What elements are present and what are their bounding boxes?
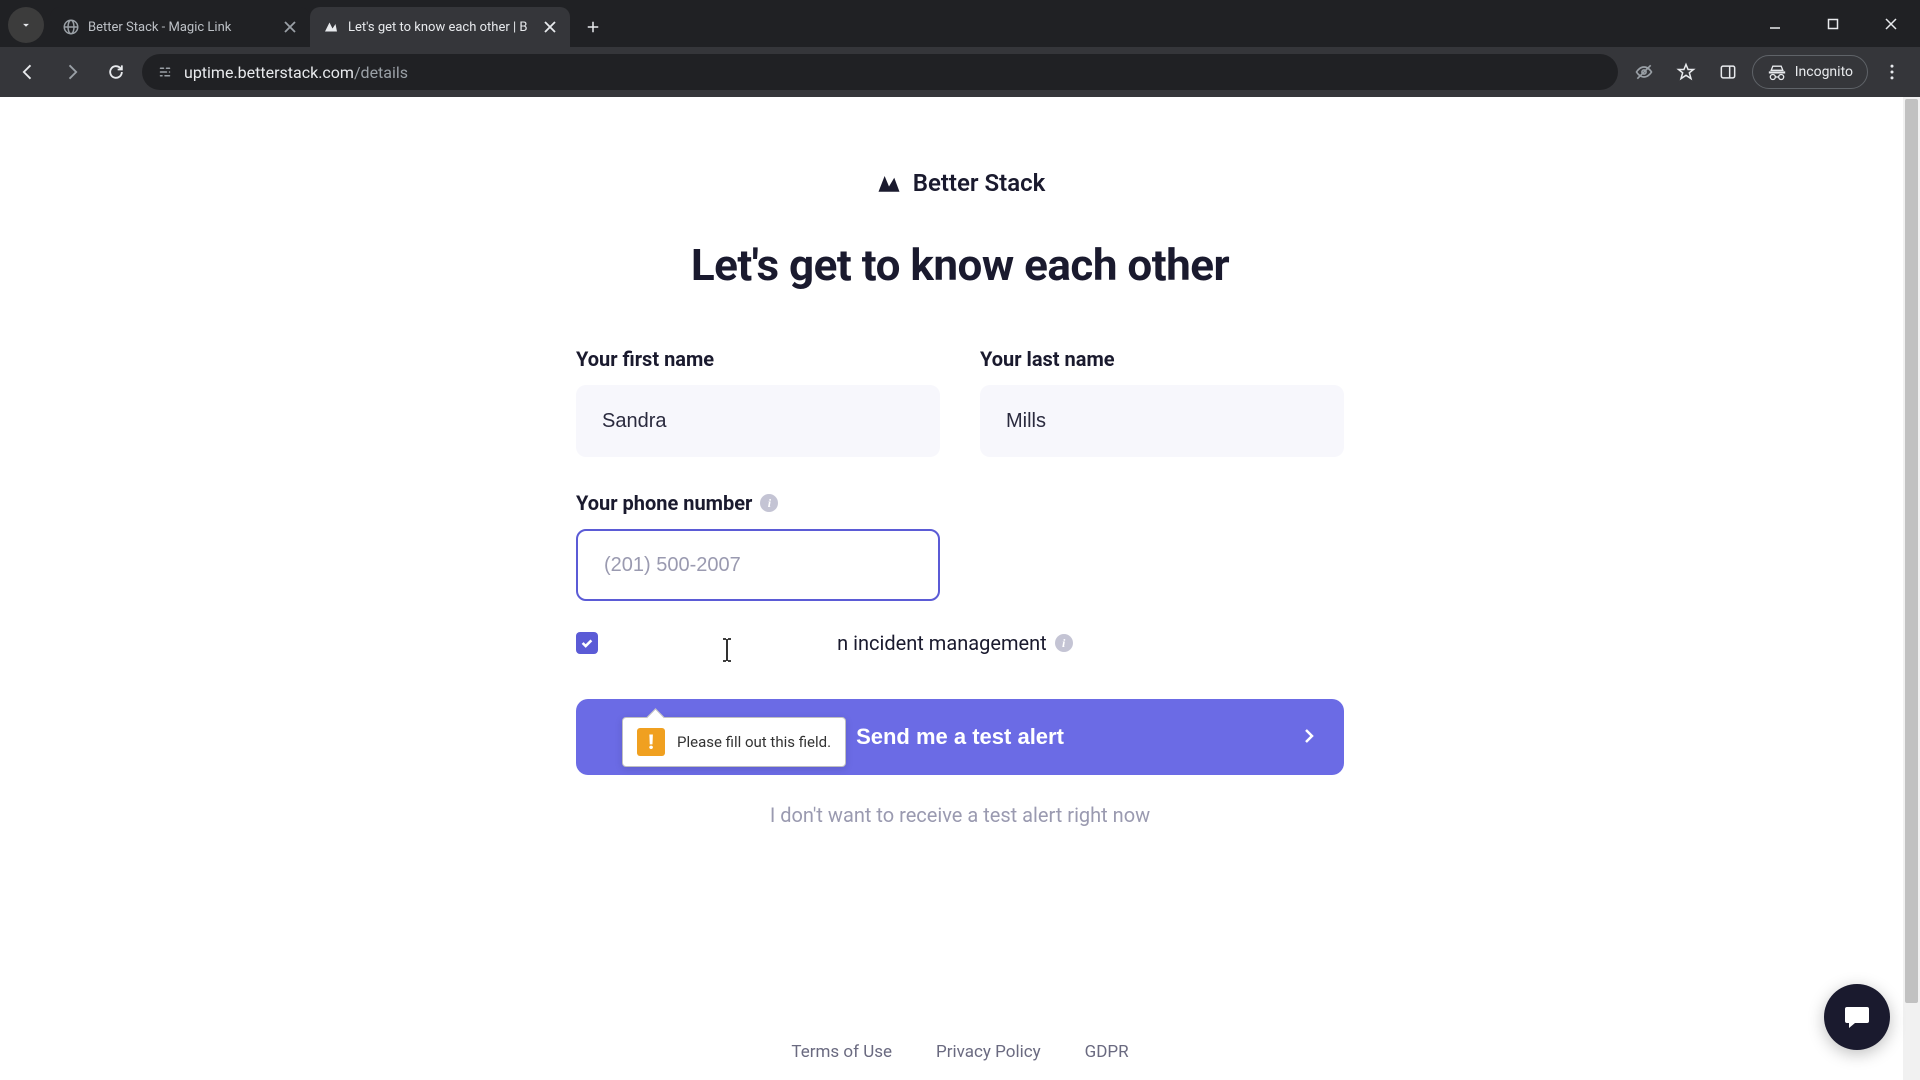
browser-tab[interactable]: Let's get to know each other | B	[310, 7, 570, 47]
checkbox-row: I'd like to set up on-call an incident m…	[576, 631, 1344, 655]
tab-title: Let's get to know each other | B	[348, 20, 534, 35]
page-viewport: Better Stack Let's get to know each othe…	[0, 97, 1920, 1080]
info-icon[interactable]: i	[760, 494, 778, 512]
incognito-icon	[1767, 62, 1787, 82]
incognito-chip[interactable]: Incognito	[1752, 55, 1868, 89]
footer-links: Terms of Use Privacy Policy GDPR	[0, 1042, 1920, 1062]
last-name-input[interactable]	[980, 385, 1344, 457]
bookmark-star-icon[interactable]	[1668, 54, 1704, 90]
address-bar[interactable]: uptime.betterstack.com/details	[142, 54, 1618, 90]
close-icon[interactable]	[542, 19, 558, 35]
brand-name: Better Stack	[913, 169, 1046, 197]
betterstack-logo-icon	[875, 169, 903, 197]
phone-label: Your phone number i	[576, 491, 940, 515]
kebab-menu-icon[interactable]	[1874, 54, 1910, 90]
validation-message: Please fill out this field.	[677, 733, 831, 751]
new-tab-button[interactable]	[576, 10, 610, 44]
side-panel-icon[interactable]	[1710, 54, 1746, 90]
url-text: uptime.betterstack.com/details	[184, 63, 408, 82]
close-window-button[interactable]	[1862, 0, 1920, 47]
chat-icon	[1841, 1001, 1873, 1033]
window-controls	[1746, 0, 1920, 47]
close-icon[interactable]	[282, 19, 298, 35]
phone-input[interactable]	[576, 529, 940, 601]
terms-link[interactable]: Terms of Use	[791, 1042, 892, 1062]
chevron-right-icon	[1304, 724, 1314, 750]
privacy-link[interactable]: Privacy Policy	[936, 1042, 1041, 1062]
info-icon[interactable]: i	[1055, 634, 1073, 652]
page-title: Let's get to know each other	[691, 239, 1229, 291]
incognito-label: Incognito	[1795, 64, 1853, 80]
validation-tooltip: ! Please fill out this field.	[622, 717, 846, 767]
reload-button[interactable]	[98, 54, 134, 90]
site-settings-icon[interactable]	[156, 63, 174, 81]
first-name-label: Your first name	[576, 347, 940, 371]
tab-search-button[interactable]	[8, 7, 44, 43]
details-form: Your first name Your last name Your phon…	[576, 347, 1344, 827]
eye-off-icon[interactable]	[1626, 54, 1662, 90]
betterstack-favicon-icon	[322, 18, 340, 36]
checkbox-label: I'd like to set up on-call an incident m…	[612, 631, 1073, 655]
toolbar: uptime.betterstack.com/details Incognito	[0, 47, 1920, 97]
last-name-label: Your last name	[980, 347, 1344, 371]
tab-strip: Better Stack - Magic Link Let's get to k…	[0, 0, 1920, 47]
skip-link[interactable]: I don't want to receive a test alert rig…	[576, 803, 1344, 827]
minimize-button[interactable]	[1746, 0, 1804, 47]
first-name-input[interactable]	[576, 385, 940, 457]
warning-icon: !	[637, 728, 665, 756]
back-button[interactable]	[10, 54, 46, 90]
chat-widget-button[interactable]	[1824, 984, 1890, 1050]
tab-title: Better Stack - Magic Link	[88, 20, 274, 35]
scrollbar[interactable]	[1903, 97, 1920, 1080]
gdpr-link[interactable]: GDPR	[1085, 1042, 1129, 1062]
browser-tab[interactable]: Better Stack - Magic Link	[50, 7, 310, 47]
maximize-button[interactable]	[1804, 0, 1862, 47]
forward-button[interactable]	[54, 54, 90, 90]
submit-label: Send me a test alert	[856, 724, 1064, 750]
globe-icon	[62, 18, 80, 36]
brand-logo: Better Stack	[875, 169, 1046, 197]
oncall-checkbox[interactable]	[576, 632, 598, 654]
